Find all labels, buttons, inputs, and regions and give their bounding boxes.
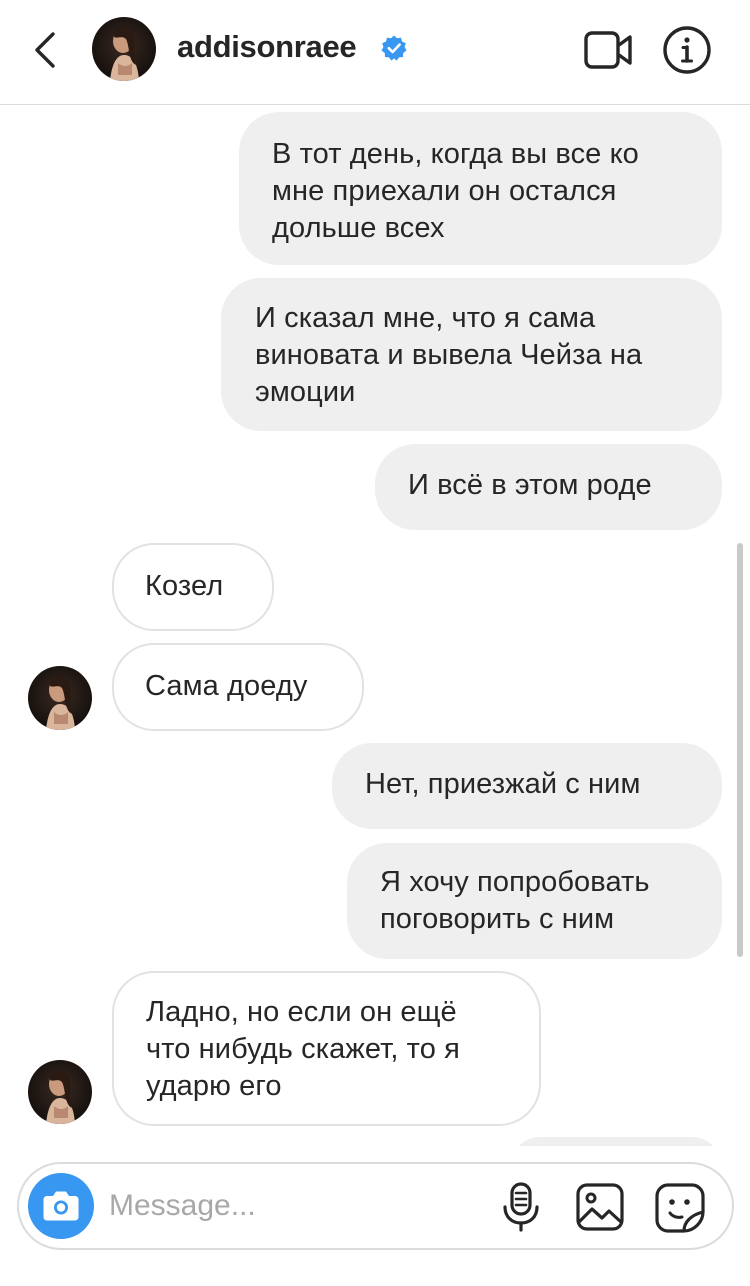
message-bubble-sent-partial[interactable]	[510, 1137, 722, 1146]
avatar[interactable]	[92, 17, 156, 81]
message-bubble-sent[interactable]: И сказал мне, что я сама виновата и выве…	[221, 278, 722, 431]
message-composer	[17, 1162, 734, 1250]
camera-icon	[43, 1191, 79, 1221]
message-input[interactable]	[109, 1184, 489, 1228]
message-bubble-received[interactable]: Сама доеду	[112, 643, 364, 731]
video-camera-icon	[584, 31, 632, 69]
bottom-safe-area	[0, 1252, 750, 1286]
scrollbar[interactable]	[737, 543, 743, 957]
info-button[interactable]	[662, 25, 712, 75]
chat-header: addisonraee	[0, 0, 750, 105]
message-bubble-received[interactable]: Козел	[112, 543, 274, 631]
sticker-button[interactable]	[654, 1182, 706, 1234]
sticker-icon	[655, 1183, 705, 1233]
verified-icon	[381, 35, 407, 61]
chat-username[interactable]: addisonraee	[177, 29, 357, 65]
video-call-button[interactable]	[583, 28, 635, 72]
profile-photo	[28, 666, 92, 730]
profile-photo	[28, 1060, 92, 1124]
profile-photo	[92, 17, 156, 81]
back-button[interactable]	[26, 26, 66, 74]
message-bubble-sent[interactable]: В тот день, когда вы все ко мне приехали…	[239, 112, 722, 265]
message-thread[interactable]: В тот день, когда вы все ко мне приехали…	[0, 106, 750, 1146]
message-bubble-sent[interactable]: И всё в этом роде	[375, 444, 722, 530]
camera-button[interactable]	[28, 1173, 94, 1239]
chevron-left-icon	[35, 32, 55, 68]
gallery-icon	[576, 1183, 624, 1231]
gallery-button[interactable]	[575, 1182, 625, 1232]
microphone-icon	[503, 1182, 539, 1232]
info-icon	[663, 26, 711, 74]
avatar[interactable]	[28, 666, 92, 730]
verified-badge	[380, 34, 408, 62]
voice-message-button[interactable]	[499, 1181, 543, 1233]
message-bubble-received[interactable]: Ладно, но если он ещё что нибудь скажет,…	[112, 971, 541, 1126]
message-bubble-sent[interactable]: Я хочу попробовать поговорить с ним	[347, 843, 722, 959]
avatar[interactable]	[28, 1060, 92, 1124]
message-bubble-sent[interactable]: Нет, приезжай с ним	[332, 743, 722, 829]
